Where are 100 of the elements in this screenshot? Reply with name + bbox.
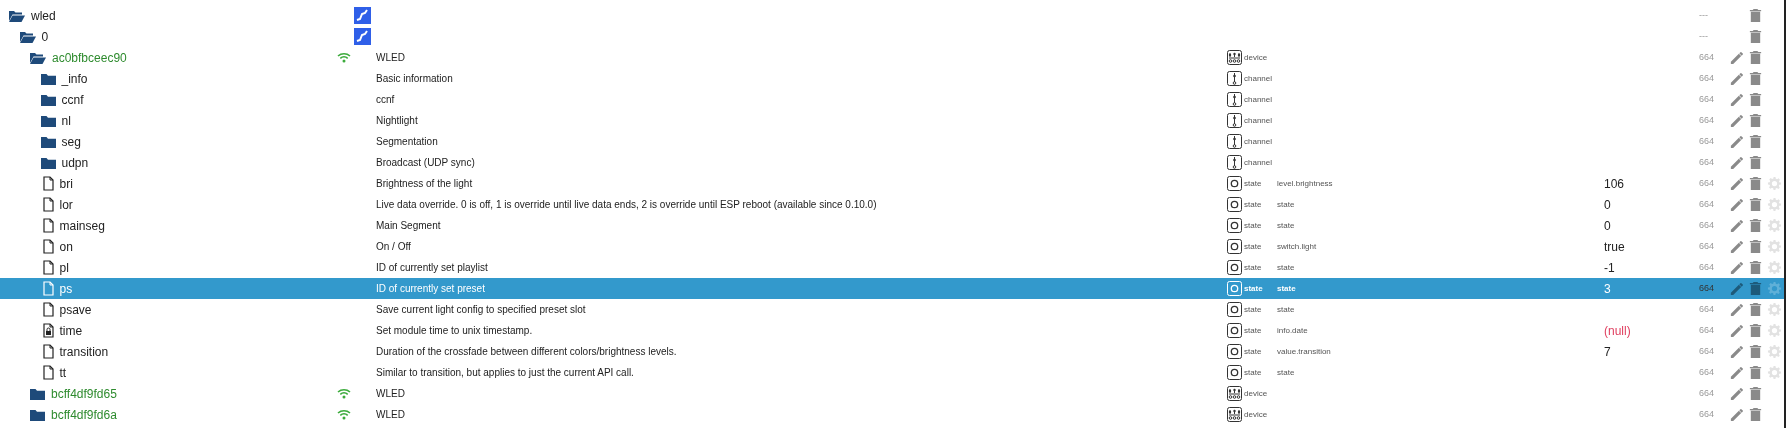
object-description: ID of currently set playlist	[376, 261, 488, 275]
edit-button[interactable]	[1729, 197, 1744, 212]
tree-row[interactable]: bcff4df9fd6a WLED device 664	[0, 404, 1784, 425]
object-description: Set module time to unix timestamp.	[376, 324, 533, 338]
object-acl: 664	[1699, 239, 1715, 253]
tree-row[interactable]: ac0bfbceec90 WLED device 664	[0, 47, 1784, 68]
delete-button[interactable]	[1748, 323, 1763, 338]
delete-button[interactable]	[1748, 344, 1763, 359]
edit-button[interactable]	[1729, 260, 1744, 275]
delete-button[interactable]	[1748, 113, 1763, 128]
tree-row[interactable]: nl Nightlight channel 664	[0, 110, 1784, 131]
state-icon	[1227, 302, 1242, 317]
edit-button[interactable]	[1729, 113, 1744, 128]
edit-button[interactable]	[1729, 323, 1744, 338]
tree-row[interactable]: wled ---	[0, 5, 1784, 26]
object-type: state	[1244, 282, 1263, 295]
delete-button[interactable]	[1748, 176, 1763, 191]
object-role: state	[1277, 198, 1295, 211]
object-description: Save current light config to specified preset slot	[376, 303, 586, 317]
tree-row[interactable]: tt Similar to transition, but applies to just the current API call. state state 664	[0, 362, 1784, 383]
object-role: info.date	[1277, 324, 1308, 337]
edit-button[interactable]	[1729, 281, 1744, 296]
tree-row[interactable]: pl ID of currently set playlist state state -1 664	[0, 257, 1784, 278]
state-icon	[1227, 176, 1242, 191]
object-type: state	[1244, 303, 1262, 316]
delete-button[interactable]	[1748, 29, 1763, 44]
object-name: udpn	[61, 154, 89, 172]
tree-row[interactable]: udpn Broadcast (UDP sync) channel 664	[0, 152, 1784, 173]
tree-row[interactable]: lor Live data override. 0 is off, 1 is override until live data ends, 2 is override until ESP reboot (available since 0.10.0) state state 0 664	[0, 194, 1784, 215]
object-name: bcff4df9fd65	[51, 385, 117, 403]
object-acl: 664	[1699, 260, 1715, 274]
object-description: Live data override. 0 is off, 1 is override until live data ends, 2 is override until ESP reboot (available since 0.10.0)	[376, 198, 877, 212]
delete-button[interactable]	[1748, 365, 1763, 380]
object-acl: 664	[1699, 323, 1715, 337]
object-description: Basic information	[376, 72, 453, 86]
delete-button[interactable]	[1748, 197, 1763, 212]
delete-button[interactable]	[1748, 218, 1763, 233]
delete-button[interactable]	[1748, 8, 1763, 23]
tree-row[interactable]: transition Duration of the crossfade between different colors/brightness levels. state value.transition 7 664	[0, 341, 1784, 362]
object-type: state	[1244, 261, 1262, 274]
delete-button[interactable]	[1748, 260, 1763, 275]
delete-button[interactable]	[1748, 134, 1763, 149]
object-name: nl	[61, 112, 71, 130]
object-value: 0	[1604, 217, 1611, 235]
object-description: Brightness of the light	[376, 177, 473, 191]
delete-button[interactable]	[1748, 92, 1763, 107]
state-icon	[1227, 197, 1242, 212]
tree-row[interactable]: on On / Off state switch.light true 664	[0, 236, 1784, 257]
delete-button[interactable]	[1748, 281, 1763, 296]
tree-row[interactable]: ps ID of currently set preset state state 3 664	[0, 278, 1784, 299]
edit-button[interactable]	[1729, 92, 1744, 107]
tree-row[interactable]: bcff4df9fd65 WLED device 664	[0, 383, 1784, 404]
channel-icon	[1227, 134, 1242, 149]
tree-row[interactable]: ccnf ccnf channel 664	[0, 89, 1784, 110]
tree-row[interactable]: mainseg Main Segment state state 0 664	[0, 215, 1784, 236]
edit-button[interactable]	[1729, 50, 1744, 65]
state-icon	[1227, 365, 1242, 380]
edit-button[interactable]	[1729, 386, 1744, 401]
delete-button[interactable]	[1748, 302, 1763, 317]
object-description: Similar to transition, but applies to just the current API call.	[376, 366, 634, 380]
edit-button[interactable]	[1729, 218, 1744, 233]
edit-button[interactable]	[1729, 344, 1744, 359]
object-name: _info	[61, 70, 88, 88]
state-icon	[1227, 239, 1242, 254]
object-name: pl	[59, 259, 69, 277]
object-acl: ---	[1699, 8, 1708, 22]
object-acl: ---	[1699, 29, 1708, 43]
edit-button[interactable]	[1729, 239, 1744, 254]
object-type: channel	[1244, 156, 1273, 169]
delete-button[interactable]	[1748, 155, 1763, 170]
edit-button[interactable]	[1729, 176, 1744, 191]
delete-button[interactable]	[1748, 386, 1763, 401]
delete-button[interactable]	[1748, 71, 1763, 86]
object-role: state	[1277, 282, 1296, 295]
object-name: ac0bfbceec90	[52, 49, 127, 67]
tree-row[interactable]: bri Brightness of the light state level.brightness 106 664	[0, 173, 1784, 194]
edit-button[interactable]	[1729, 155, 1744, 170]
state-icon	[1227, 281, 1242, 296]
object-type: state	[1244, 324, 1262, 337]
object-acl: 664	[1699, 197, 1715, 211]
object-acl: 664	[1699, 218, 1715, 232]
tree-row[interactable]: psave Save current light config to specified preset slot state state 664	[0, 299, 1784, 320]
tree-row[interactable]: seg Segmentation channel 664	[0, 131, 1784, 152]
object-acl: 664	[1699, 407, 1715, 421]
channel-icon	[1227, 113, 1242, 128]
edit-button[interactable]	[1729, 407, 1744, 422]
object-name: seg	[61, 133, 81, 151]
object-acl: 664	[1699, 281, 1715, 295]
object-acl: 664	[1699, 113, 1715, 127]
delete-button[interactable]	[1748, 239, 1763, 254]
edit-button[interactable]	[1729, 365, 1744, 380]
object-type: channel	[1244, 114, 1273, 127]
tree-row[interactable]: _info Basic information channel 664	[0, 68, 1784, 89]
delete-button[interactable]	[1748, 50, 1763, 65]
edit-button[interactable]	[1729, 302, 1744, 317]
edit-button[interactable]	[1729, 71, 1744, 86]
edit-button[interactable]	[1729, 134, 1744, 149]
delete-button[interactable]	[1748, 407, 1763, 422]
tree-row[interactable]: time Set module time to unix timestamp. state info.date (null) 664	[0, 320, 1784, 341]
tree-row[interactable]: 0 ---	[0, 26, 1784, 47]
